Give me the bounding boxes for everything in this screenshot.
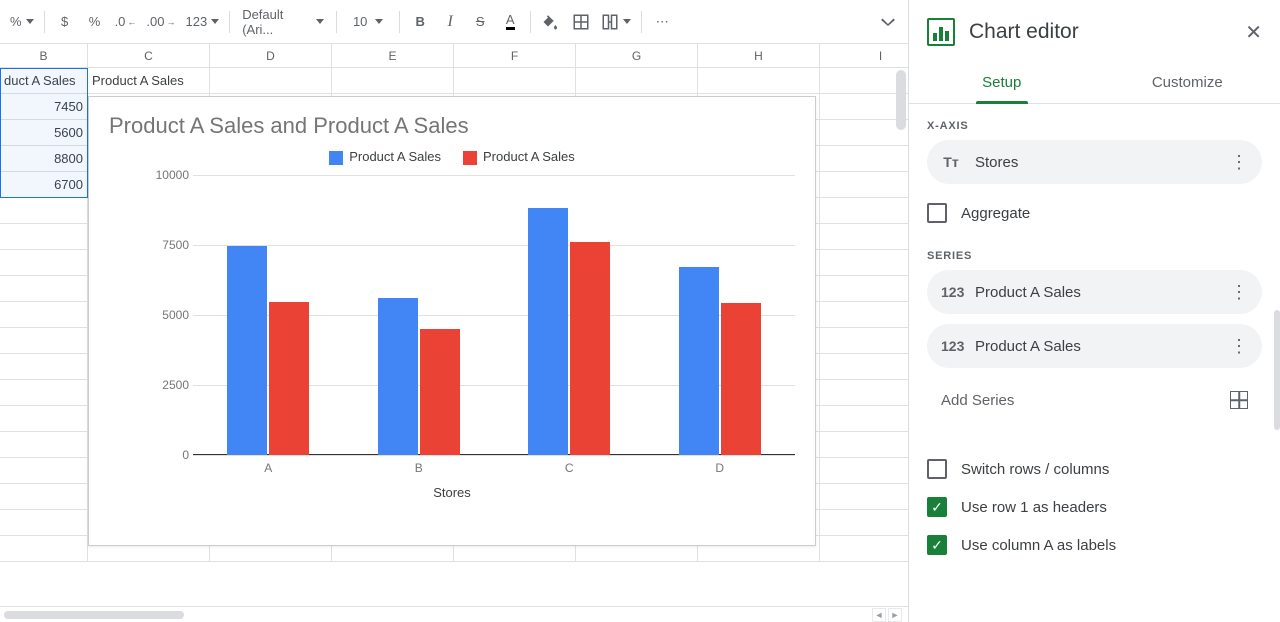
column-header[interactable]: B bbox=[0, 44, 88, 67]
chevron-down-icon bbox=[375, 19, 383, 24]
cell[interactable] bbox=[820, 120, 908, 145]
tab-customize[interactable]: Customize bbox=[1095, 64, 1280, 103]
format-currency-button[interactable]: $ bbox=[51, 8, 79, 36]
column-header[interactable]: I bbox=[820, 44, 908, 67]
chevron-down-icon bbox=[211, 19, 219, 24]
more-options-icon[interactable]: ⋮ bbox=[1230, 282, 1248, 303]
legend-swatch-2 bbox=[463, 151, 477, 165]
column-header[interactable]: H bbox=[698, 44, 820, 67]
more-options-icon[interactable]: ⋮ bbox=[1230, 336, 1248, 357]
collapse-toolbar-button[interactable] bbox=[874, 8, 902, 36]
cell[interactable]: duct A Sales bbox=[0, 68, 88, 93]
cell[interactable] bbox=[820, 68, 908, 93]
format-percent-button[interactable]: % bbox=[6, 8, 38, 36]
chart-editor-icon bbox=[927, 18, 955, 46]
borders-button[interactable] bbox=[567, 8, 595, 36]
switch-rows-checkbox[interactable] bbox=[927, 459, 947, 479]
bottom-bar: ◄ ► bbox=[0, 606, 908, 622]
increase-decimals-button[interactable]: .00 → bbox=[142, 8, 179, 36]
column-header[interactable]: F bbox=[454, 44, 576, 67]
chevron-down-icon bbox=[26, 19, 34, 24]
paint-bucket-icon bbox=[542, 13, 560, 31]
chart-legend: Product A Sales Product A Sales bbox=[89, 149, 815, 165]
column-header[interactable]: E bbox=[332, 44, 454, 67]
use-colA-label: Use column A as labels bbox=[961, 537, 1116, 554]
embedded-chart[interactable]: Product A Sales and Product A Sales Prod… bbox=[88, 96, 816, 546]
scroll-left-button[interactable]: ◄ bbox=[872, 608, 886, 622]
more-tools-button[interactable]: ⋯ bbox=[648, 8, 676, 36]
cell[interactable] bbox=[454, 68, 576, 93]
strikethrough-button[interactable]: S bbox=[466, 8, 494, 36]
cell[interactable]: 6700 bbox=[0, 172, 88, 197]
cell[interactable] bbox=[698, 68, 820, 93]
chevron-up-icon bbox=[879, 16, 897, 28]
cell[interactable]: Product A Sales bbox=[88, 68, 210, 93]
borders-icon bbox=[572, 13, 590, 31]
series-section-label: SERIES bbox=[927, 250, 1262, 262]
cell[interactable]: 8800 bbox=[0, 146, 88, 171]
cell[interactable] bbox=[820, 172, 908, 197]
chart-editor-panel: Chart editor ✕ Setup Customize X-AXIS Tᴛ… bbox=[908, 0, 1280, 622]
cell[interactable]: 7450 bbox=[0, 94, 88, 119]
grid-icon bbox=[1230, 391, 1248, 409]
format-percent2-button[interactable]: % bbox=[81, 8, 109, 36]
cell[interactable]: 5600 bbox=[0, 120, 88, 145]
legend-swatch-1 bbox=[329, 151, 343, 165]
switch-rows-label: Switch rows / columns bbox=[961, 461, 1109, 478]
column-header[interactable]: D bbox=[210, 44, 332, 67]
vertical-scrollbar[interactable] bbox=[896, 70, 906, 130]
chart-plot-area: 025005000750010000ABCD bbox=[149, 175, 795, 455]
number-type-icon: 123 bbox=[941, 284, 961, 300]
cell[interactable] bbox=[210, 68, 332, 93]
number-type-icon: 123 bbox=[941, 338, 961, 354]
xaxis-section-label: X-AXIS bbox=[927, 120, 1262, 132]
more-options-icon[interactable]: ⋮ bbox=[1230, 152, 1248, 173]
text-type-icon: Tᴛ bbox=[941, 154, 961, 170]
column-header[interactable]: G bbox=[576, 44, 698, 67]
cell[interactable] bbox=[820, 94, 908, 119]
series-field-1[interactable]: 123 Product A Sales ⋮ bbox=[927, 270, 1262, 314]
xaxis-field[interactable]: Tᴛ Stores ⋮ bbox=[927, 140, 1262, 184]
add-series-button[interactable]: Add Series bbox=[927, 378, 1262, 422]
aggregate-checkbox[interactable] bbox=[927, 203, 947, 223]
merge-cells-button[interactable] bbox=[597, 8, 635, 36]
panel-scrollbar[interactable] bbox=[1274, 310, 1280, 430]
column-header[interactable]: C bbox=[88, 44, 210, 67]
scroll-right-button[interactable]: ► bbox=[888, 608, 902, 622]
fill-color-button[interactable] bbox=[537, 8, 565, 36]
use-colA-checkbox[interactable]: ✓ bbox=[927, 535, 947, 555]
decrease-decimals-button[interactable]: .0 ← bbox=[111, 8, 141, 36]
x-axis-label: Stores bbox=[89, 485, 815, 500]
cell[interactable] bbox=[332, 68, 454, 93]
bold-button[interactable]: B bbox=[406, 8, 434, 36]
font-size-select[interactable]: 10 bbox=[343, 8, 393, 36]
aggregate-label: Aggregate bbox=[961, 205, 1030, 222]
spreadsheet-grid[interactable]: B C D E F G H I duct A Sales Product A S… bbox=[0, 44, 908, 606]
text-color-button[interactable]: A bbox=[496, 8, 524, 36]
horizontal-scrollbar[interactable] bbox=[4, 611, 184, 619]
chart-title: Product A Sales and Product A Sales bbox=[89, 97, 815, 139]
cell[interactable] bbox=[820, 146, 908, 171]
toolbar: % $ % .0 ← .00 → 123 Default (Ari... 10 … bbox=[0, 0, 908, 44]
close-icon[interactable]: ✕ bbox=[1245, 20, 1262, 45]
chevron-down-icon bbox=[623, 19, 631, 24]
panel-title: Chart editor bbox=[969, 20, 1231, 44]
series-field-2[interactable]: 123 Product A Sales ⋮ bbox=[927, 324, 1262, 368]
chevron-down-icon bbox=[316, 19, 324, 24]
column-headers: B C D E F G H I bbox=[0, 44, 908, 68]
use-row1-label: Use row 1 as headers bbox=[961, 499, 1107, 516]
merge-icon bbox=[601, 13, 619, 31]
cell[interactable] bbox=[576, 68, 698, 93]
use-row1-checkbox[interactable]: ✓ bbox=[927, 497, 947, 517]
font-name-select[interactable]: Default (Ari... bbox=[236, 8, 330, 36]
italic-button[interactable]: I bbox=[436, 8, 464, 36]
tab-setup[interactable]: Setup bbox=[909, 64, 1095, 103]
number-format-button[interactable]: 123 bbox=[181, 8, 223, 36]
